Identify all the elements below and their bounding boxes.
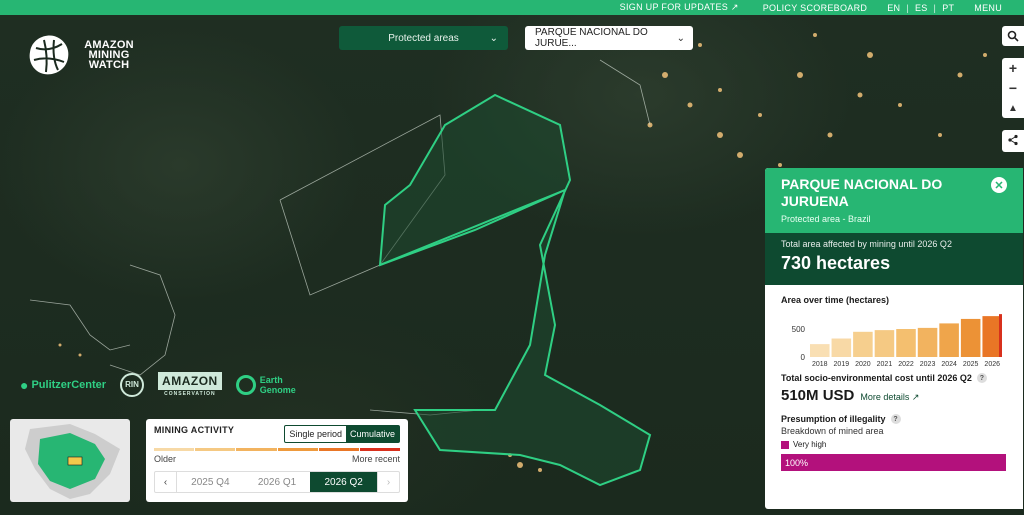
scale-older-label: Older — [154, 454, 177, 464]
x-tick-label: 2021 — [877, 361, 893, 368]
lang-separator: | — [933, 2, 937, 13]
x-tick-label: 2025 — [963, 361, 979, 368]
amazon-mining-watch-logo[interactable]: AMAZON MINING WATCH — [24, 30, 140, 80]
chevron-left-icon[interactable]: ‹ — [155, 472, 177, 492]
help-icon[interactable]: ? — [890, 414, 901, 424]
period-mode-toggle: Single period Cumulative — [284, 425, 400, 443]
age-color-scale — [154, 448, 401, 451]
cost-value: 510M USD — [781, 387, 855, 404]
chart-bar — [917, 327, 938, 357]
menu-button[interactable]: MENU — [962, 3, 1014, 13]
earth-genome-logo[interactable]: Earth Genome — [235, 374, 296, 395]
period-selector: ‹ 2025 Q4 2026 Q1 2026 Q2 › — [154, 471, 400, 493]
x-tick-label: 2020 — [855, 361, 871, 368]
illegality-label: Presumption of illegality ? — [781, 414, 1007, 424]
close-icon[interactable]: ✕ — [991, 177, 1007, 193]
layer-dropdown-value: Protected areas — [388, 32, 459, 44]
affected-area-value: 730 hectares — [781, 253, 891, 273]
x-tick-label: 2018 — [812, 361, 828, 368]
zoom-out-button[interactable]: − — [1002, 78, 1024, 98]
legend-swatch — [781, 440, 789, 449]
earth-genome-icon — [235, 374, 256, 395]
language-switcher: EN | ES | PT — [879, 3, 962, 13]
x-tick-label: 2024 — [941, 361, 957, 368]
x-tick-label: 2026 — [984, 361, 1000, 368]
y-tick-label: 500 — [792, 325, 806, 334]
layer-dropdown[interactable]: Protected areas ⌄ — [339, 26, 508, 50]
leaf-logo-icon — [29, 35, 69, 75]
pulitzer-icon: ● — [20, 376, 29, 393]
chart-recent-marker — [999, 314, 1002, 357]
share-icon — [1002, 130, 1024, 150]
period-2025-q4[interactable]: 2025 Q4 — [177, 472, 244, 492]
share-button[interactable] — [1002, 130, 1024, 152]
minimap[interactable] — [10, 419, 130, 502]
chart-bar — [896, 329, 916, 357]
logo-text: AMAZON MINING WATCH — [84, 39, 134, 71]
illegality-bar: 100% — [781, 454, 1006, 471]
area-dropdown[interactable]: PARQUE NACIONAL DO JURUE... ⌄ — [525, 26, 693, 50]
area-info-panel: PARQUE NACIONAL DO JURUENA Protected are… — [765, 168, 1023, 509]
panel-header: PARQUE NACIONAL DO JURUENA Protected are… — [765, 168, 1023, 233]
chart-bar — [960, 318, 981, 357]
period-2026-q2[interactable]: 2026 Q2 — [310, 472, 378, 492]
illegality-subtitle: Breakdown of mined area — [781, 426, 884, 436]
affected-area-label: Total area affected by mining until 2026… — [781, 239, 952, 249]
chart-bar — [853, 331, 873, 357]
y-tick-label: 0 — [801, 353, 806, 362]
partner-logos: ● PulitzerCenter RIN AMAZON CONSERVATION… — [20, 372, 296, 397]
top-bar: SIGN UP FOR UPDATES ↗ POLICY SCOREBOARD … — [0, 0, 1024, 15]
compass-icon[interactable]: ▲ — [1002, 98, 1024, 118]
zoom-in-button[interactable]: + — [1002, 58, 1024, 78]
amazon-conservation-logo[interactable]: AMAZON CONSERVATION — [158, 372, 222, 397]
search-icon — [1002, 26, 1024, 46]
signup-link[interactable]: SIGN UP FOR UPDATES ↗ — [608, 2, 751, 13]
panel-title: PARQUE NACIONAL DO JURUENA — [781, 176, 943, 209]
chevron-down-icon: ⌄ — [489, 32, 498, 44]
more-details-link[interactable]: More details ↗ — [860, 392, 919, 403]
policy-scoreboard-link[interactable]: POLICY SCOREBOARD — [751, 3, 879, 13]
lang-separator: | — [906, 2, 909, 13]
scale-recent-label: More recent — [351, 454, 400, 464]
affected-area-box: Total area affected by mining until 2026… — [765, 233, 1023, 285]
lang-es[interactable]: ES — [915, 3, 928, 13]
south-america-map — [25, 424, 120, 499]
search-button[interactable] — [1002, 26, 1024, 46]
pulitzer-logo[interactable]: ● PulitzerCenter — [20, 377, 106, 393]
x-tick-label: 2022 — [898, 361, 914, 368]
chart-bar — [939, 323, 959, 357]
panel-subtitle: Protected area - Brazil — [781, 214, 871, 224]
chart-bar — [874, 330, 895, 357]
lang-en[interactable]: EN — [887, 3, 900, 13]
cost-label: Total socio-environmental cost until 202… — [781, 373, 1007, 383]
chevron-right-icon[interactable]: › — [377, 472, 399, 492]
legend-very-high: Very high — [781, 440, 1007, 449]
chart-bar — [831, 338, 852, 357]
chevron-down-icon: ⌄ — [676, 32, 685, 44]
help-icon[interactable]: ? — [976, 373, 987, 383]
x-tick-label: 2023 — [920, 361, 936, 368]
area-dropdown-value: PARQUE NACIONAL DO JURUE... — [535, 27, 648, 49]
mining-activity-panel: MINING ACTIVITY Single period Cumulative… — [146, 419, 408, 502]
x-tick-label: 2019 — [834, 361, 850, 368]
single-period-option[interactable]: Single period — [285, 426, 346, 442]
zoom-controls: + − ▲ — [1002, 58, 1024, 118]
cumulative-option[interactable]: Cumulative — [345, 426, 399, 442]
lang-pt[interactable]: PT — [942, 3, 954, 13]
period-2026-q1[interactable]: 2026 Q1 — [244, 472, 311, 492]
rin-logo[interactable]: RIN — [120, 372, 145, 397]
area-over-time-chart: 0 500 2018 2019 2020 2021 2022 2023 2024 2025 2026 — [781, 311, 1007, 369]
chart-bar — [810, 344, 830, 357]
chart-label: Area over time (hectares) — [781, 295, 890, 305]
